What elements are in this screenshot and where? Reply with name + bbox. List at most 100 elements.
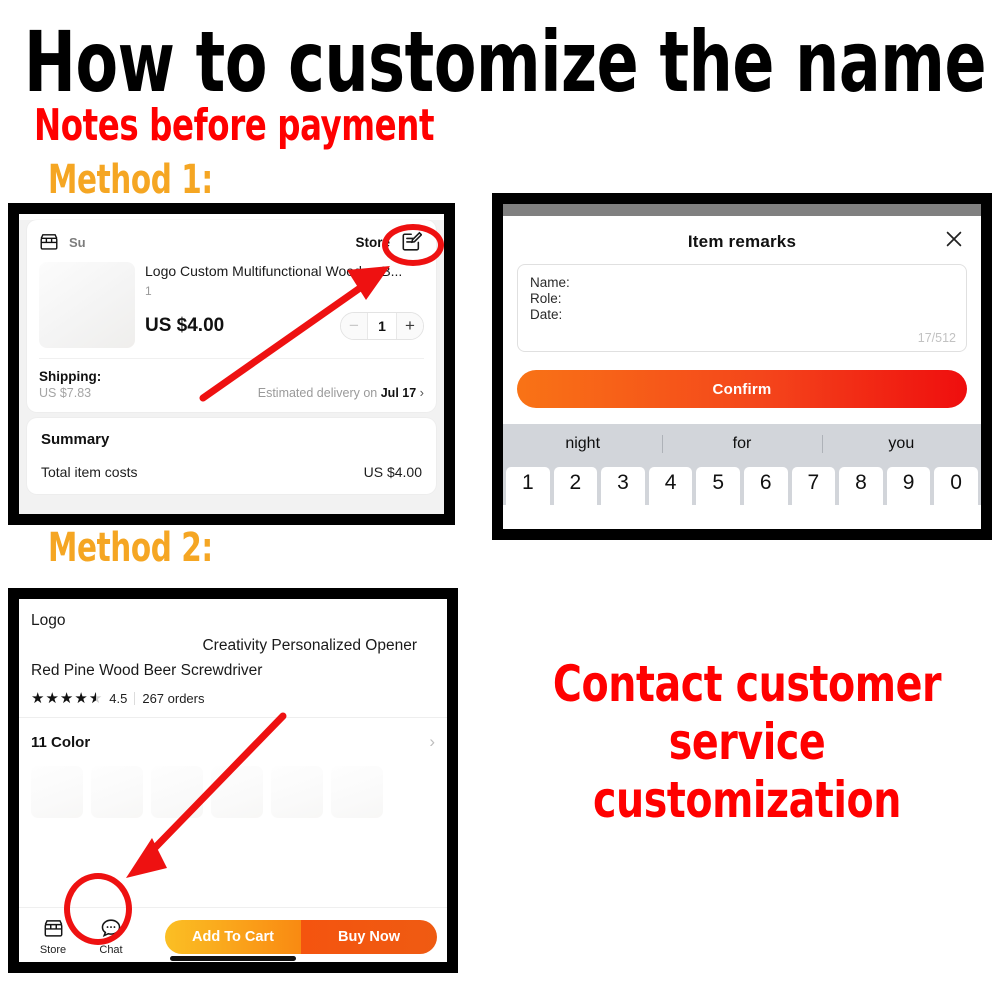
cart-item-card: Su Store Logo Custom Multifunctional Woo… xyxy=(27,220,436,412)
summary-card: Summary Total item costs US $4.00 xyxy=(27,418,436,494)
summary-total-row: Total item costs US $4.00 xyxy=(27,448,436,494)
cart-item-title: Logo Custom Multifunctional Wooden B... xyxy=(145,263,403,279)
remarks-header: Item remarks xyxy=(517,226,967,264)
suggestion-chip[interactable]: for xyxy=(662,435,821,453)
quantity-increase-button[interactable]: + xyxy=(397,313,423,339)
contact-line-2: service xyxy=(668,713,826,771)
remarks-title: Item remarks xyxy=(687,232,797,251)
star-full-icon: ★ xyxy=(59,690,74,707)
product-title-line-3: Red Pine Wood Beer Screwdriver xyxy=(31,662,263,679)
product-page-screenshot-panel: Logo Creativity Personalized Opener Red … xyxy=(8,588,458,973)
subtitle-notes-before-payment: Notes before payment xyxy=(34,100,435,151)
product-thumbnail xyxy=(39,262,135,348)
remarks-textarea[interactable]: Name: Role: Date: 17/512 xyxy=(517,264,967,352)
store-name: Store xyxy=(355,234,390,250)
chat-bubble-icon xyxy=(87,916,135,940)
delivery-date: Jul 17 xyxy=(380,386,417,400)
product-title-line-1: Logo xyxy=(31,612,66,629)
remarks-sheet: Item remarks Name: Role: Date: 17/512 Co… xyxy=(503,216,981,424)
key-4[interactable]: 4 xyxy=(648,467,693,505)
product-action-bar: Store Chat Add To Cart Buy Now xyxy=(19,907,447,962)
star-full-icon: ★ xyxy=(45,690,59,707)
star-half-icon: ★ xyxy=(89,689,102,707)
color-swatch[interactable] xyxy=(91,766,143,818)
key-7[interactable]: 7 xyxy=(791,467,836,505)
contact-line-3: customization xyxy=(592,771,902,829)
rating-row[interactable]: ★ ★ ★ ★ ★ 4.5 267 orders xyxy=(19,683,447,717)
key-6[interactable]: 6 xyxy=(743,467,788,505)
chevron-right-icon: › xyxy=(429,732,435,751)
home-indicator xyxy=(170,956,296,961)
rating-value: 4.5 xyxy=(109,690,128,706)
cart-item-row[interactable]: Logo Custom Multifunctional Wooden B... … xyxy=(27,260,436,358)
contact-line-1: Contact customer xyxy=(552,655,942,713)
cart-screen: Su Store Logo Custom Multifunctional Woo… xyxy=(19,220,444,514)
remarks-line: Role: xyxy=(530,291,562,306)
method-2-label: Method 2: xyxy=(48,525,213,571)
infographic-root: How to customize the name ??? Notes befo… xyxy=(0,0,1000,1000)
keyboard-suggestion-bar: night for you xyxy=(503,424,981,464)
add-to-cart-button[interactable]: Add To Cart xyxy=(165,920,301,954)
cta-button-group: Add To Cart Buy Now xyxy=(165,920,437,954)
contact-customer-service-text: Contact customer service customization xyxy=(512,655,982,829)
remarks-screen: Item remarks Name: Role: Date: 17/512 Co… xyxy=(503,204,981,529)
rating-divider xyxy=(134,691,136,705)
key-5[interactable]: 5 xyxy=(696,467,740,505)
quantity-stepper[interactable]: − 1 + xyxy=(340,312,424,340)
color-selector-row[interactable]: 11 Color › xyxy=(19,718,447,766)
color-swatch[interactable] xyxy=(151,766,203,818)
key-3[interactable]: 3 xyxy=(601,467,645,505)
shipping-label: Shipping: xyxy=(39,369,102,384)
shipping-left: Shipping: US $7.83 xyxy=(39,369,101,400)
item-remarks-screenshot-panel: Item remarks Name: Role: Date: 17/512 Co… xyxy=(492,193,992,540)
color-count-label: 11 Color xyxy=(31,733,91,751)
suggestion-chip[interactable]: night xyxy=(503,435,662,453)
suggestion-chip[interactable]: you xyxy=(822,435,981,453)
status-bar-strip xyxy=(503,204,981,216)
color-swatch-strip[interactable] xyxy=(19,766,447,828)
storefront-icon xyxy=(39,233,59,251)
chat-button[interactable]: Chat xyxy=(87,916,135,958)
delivery-estimate[interactable]: Estimated delivery on Jul 17 › xyxy=(258,385,424,400)
shipping-row[interactable]: Shipping: US $7.83 Estimated delivery on… xyxy=(27,359,436,412)
character-counter: 17/512 xyxy=(917,331,956,345)
quantity-decrease-button[interactable]: − xyxy=(341,313,367,339)
shipping-cost: US $7.83 xyxy=(39,386,92,400)
close-icon[interactable] xyxy=(943,228,965,250)
quantity-value[interactable]: 1 xyxy=(367,313,397,339)
summary-title: Summary xyxy=(41,431,110,448)
store-header-row[interactable]: Su Store xyxy=(27,220,436,260)
chat-button-label: Chat xyxy=(99,944,123,956)
key-9[interactable]: 9 xyxy=(886,467,931,505)
star-full-icon: ★ xyxy=(31,690,45,707)
color-swatch[interactable] xyxy=(271,766,323,818)
chevron-right-icon: › xyxy=(419,385,424,400)
store-button[interactable]: Store xyxy=(29,916,77,958)
cart-item-sku: 1 xyxy=(145,284,152,298)
storefront-icon xyxy=(29,916,77,940)
cart-item-meta: Logo Custom Multifunctional Wooden B... … xyxy=(145,262,424,348)
rating-stars: ★ ★ ★ ★ ★ xyxy=(31,689,102,707)
page-title: How to customize the name ??? xyxy=(24,13,1000,111)
method-1-label: Method 1: xyxy=(48,157,213,203)
star-full-icon: ★ xyxy=(74,690,88,707)
key-1[interactable]: 1 xyxy=(506,467,550,505)
note-edit-icon[interactable] xyxy=(400,230,424,254)
confirm-button[interactable]: Confirm xyxy=(517,370,967,408)
orders-count: 267 orders xyxy=(142,690,205,706)
store-name-faded: Su xyxy=(69,234,86,250)
product-title-line-2: Creativity Personalized Opener xyxy=(202,637,417,654)
key-8[interactable]: 8 xyxy=(839,467,883,505)
delivery-prefix: Estimated delivery on xyxy=(257,386,378,400)
cart-item-price-row: US $4.00 − 1 + xyxy=(145,312,424,340)
color-swatch[interactable] xyxy=(31,766,83,818)
color-swatch[interactable] xyxy=(331,766,383,818)
store-button-label: Store xyxy=(39,944,67,956)
buy-now-button[interactable]: Buy Now xyxy=(301,920,437,954)
product-screen: Logo Creativity Personalized Opener Red … xyxy=(19,599,447,962)
product-title: Logo Creativity Personalized Opener Red … xyxy=(19,599,447,683)
key-2[interactable]: 2 xyxy=(553,467,598,505)
key-0[interactable]: 0 xyxy=(934,467,978,505)
summary-total-amount: US $4.00 xyxy=(363,464,422,480)
color-swatch[interactable] xyxy=(211,766,263,818)
